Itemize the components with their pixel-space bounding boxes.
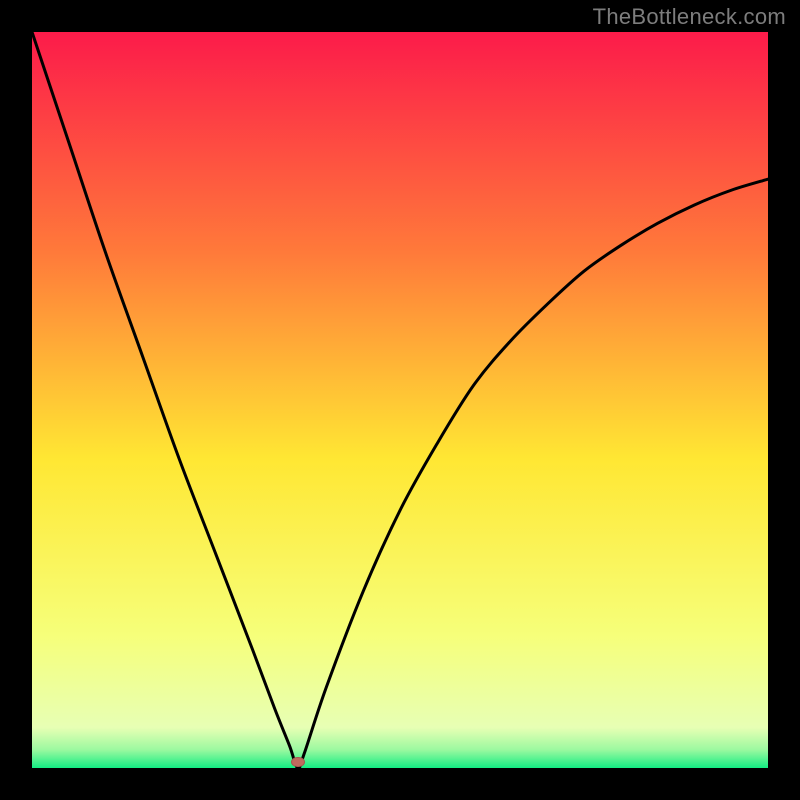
chart-frame: TheBottleneck.com	[0, 0, 800, 800]
minimum-marker	[291, 757, 305, 767]
plot-area	[32, 32, 768, 768]
chart-svg	[32, 32, 768, 768]
watermark-text: TheBottleneck.com	[593, 4, 786, 30]
gradient-background	[32, 32, 768, 768]
